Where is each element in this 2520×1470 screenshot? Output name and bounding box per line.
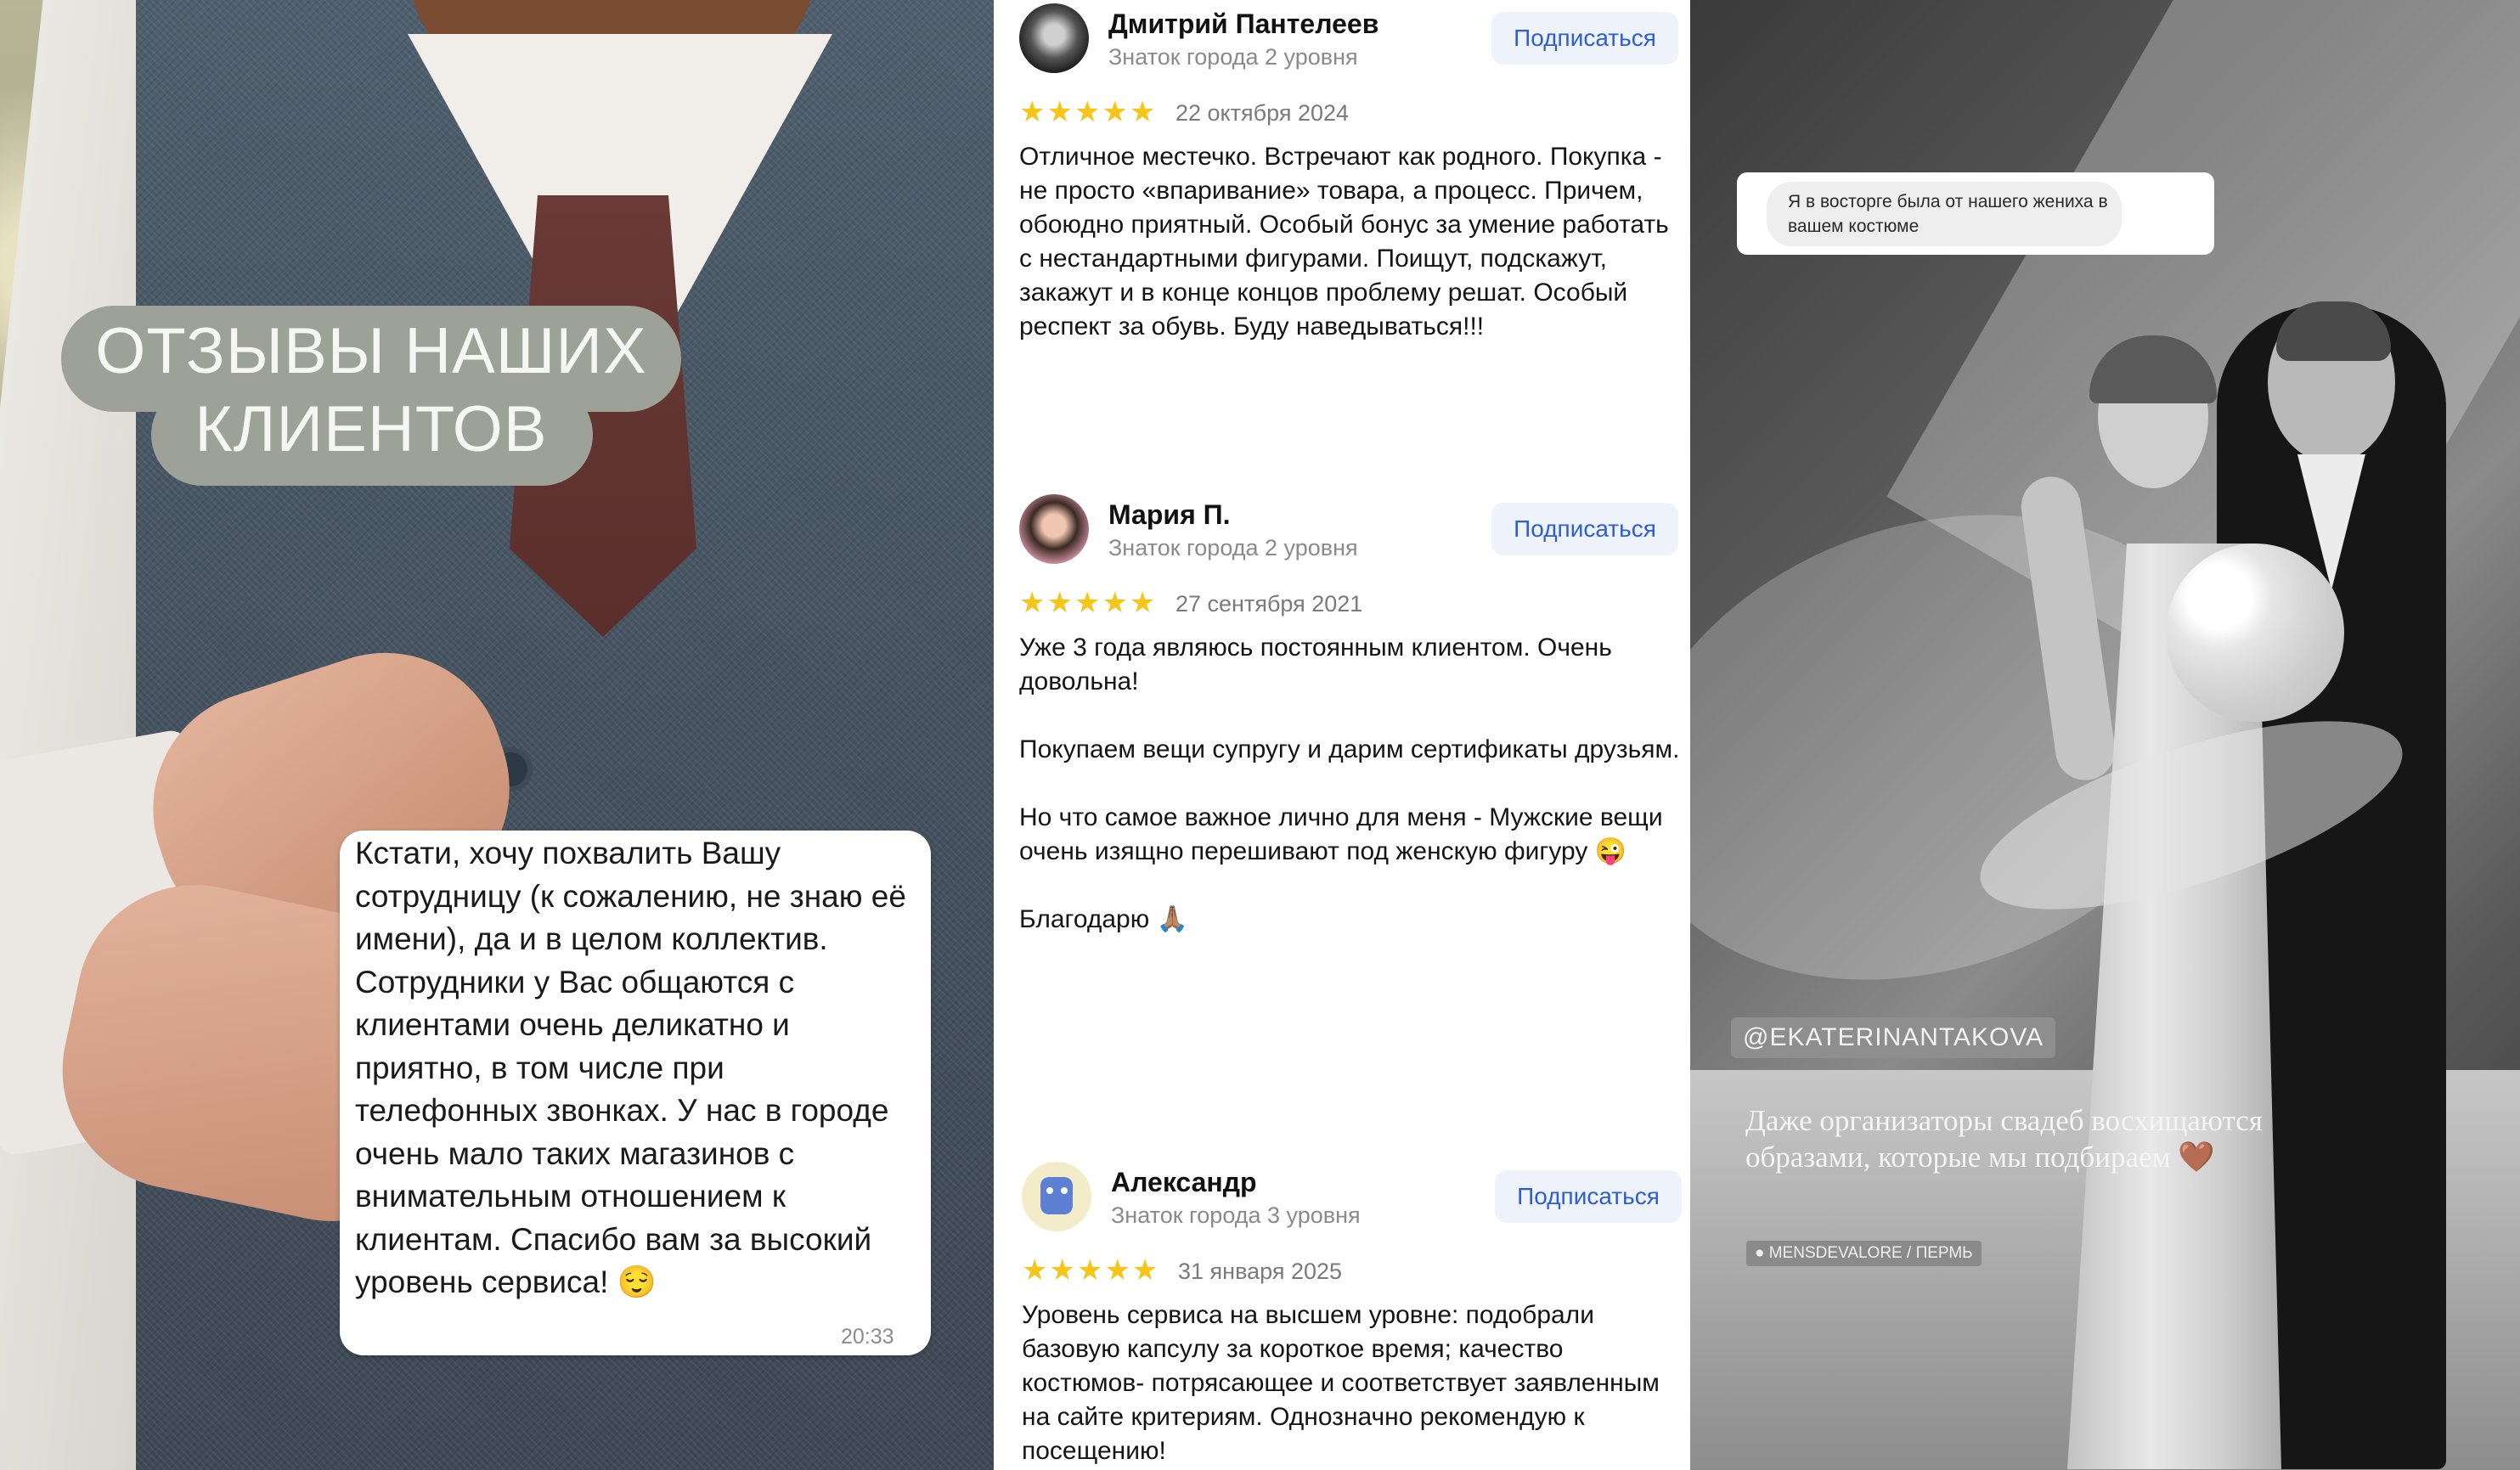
review-author-level: Знаток города 2 уровня: [1108, 535, 1358, 560]
review-text: Уже 3 года являюсь постоянным клиентом. …: [1019, 634, 1680, 933]
location-tag-text: MENSDEVALORE / ПЕРМЬ: [1768, 1244, 1973, 1262]
page-title: ОТЗЫВЫ НАШИХ КЛИЕНТОВ: [61, 313, 681, 469]
robot-icon: [1040, 1177, 1073, 1214]
review-date: 27 сентября 2021: [1175, 591, 1363, 617]
avatar[interactable]: [1019, 494, 1089, 564]
review-author-level: Знаток города 3 уровня: [1111, 1202, 1361, 1228]
review-author[interactable]: Александр: [1111, 1167, 1257, 1198]
rating-stars: ★★★★★: [1022, 1253, 1160, 1287]
review-author-level: Знаток города 2 уровня: [1108, 44, 1358, 70]
review-text: Отличное местечко. Встречают как родного…: [1019, 143, 1669, 341]
instagram-handle[interactable]: @EKATERINANTAKOVA: [1731, 1017, 2056, 1058]
subscribe-button[interactable]: Подписаться: [1495, 1170, 1682, 1223]
rating-stars: ★★★★★: [1019, 586, 1158, 620]
rating-stars: ★★★★★: [1019, 95, 1158, 129]
bouquet: [2166, 544, 2344, 722]
story-caption: Даже организаторы свадеб восхищаются обр…: [1745, 1104, 2263, 1174]
location-pin-icon: ●: [1755, 1244, 1769, 1262]
reviews-panel: Дмитрий Пантелеев Знаток города 2 уровня…: [994, 0, 1690, 1470]
page-title-line2: КЛИЕНТОВ: [194, 393, 548, 465]
page: ОТЗЫВЫ НАШИХ КЛИЕНТОВ Кстати, хочу похва…: [0, 0, 2520, 1470]
review-date: 22 октября 2024: [1175, 100, 1350, 126]
location-tag[interactable]: ● MENSDEVALORE / ПЕРМЬ: [1746, 1241, 1982, 1266]
avatar[interactable]: [1022, 1162, 1091, 1231]
subscribe-button[interactable]: Подписаться: [1491, 12, 1678, 65]
review-text: Уровень сервиса на высшем уровне: подобр…: [1022, 1301, 1660, 1465]
story-quote-text: Я в восторге была от нашего жениха в ваш…: [1788, 192, 2108, 236]
review-author[interactable]: Мария П.: [1108, 499, 1231, 531]
review-date: 31 января 2025: [1178, 1259, 1343, 1284]
review-author[interactable]: Дмитрий Пантелеев: [1108, 8, 1378, 40]
avatar[interactable]: [1019, 3, 1089, 73]
chat-message-text: Кстати, хочу похвалить Вашу сотрудницу (…: [355, 836, 906, 1299]
page-title-line1: ОТЗЫВЫ НАШИХ: [95, 315, 647, 387]
subscribe-button[interactable]: Подписаться: [1491, 503, 1678, 555]
chat-timestamp: 20:33: [841, 1325, 894, 1349]
